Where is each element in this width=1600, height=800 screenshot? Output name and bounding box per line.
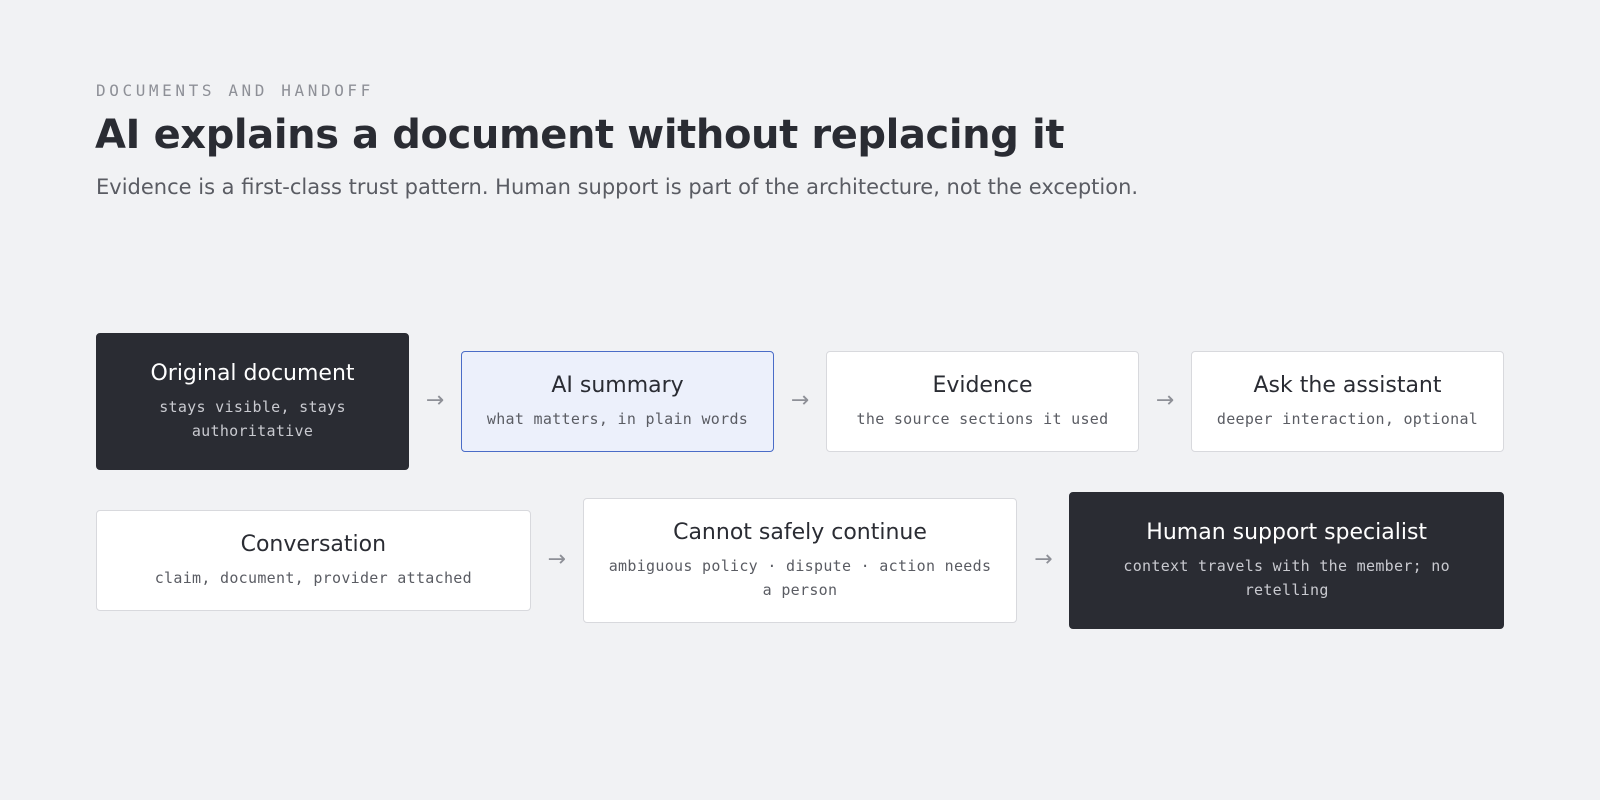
- eyebrow-label: DOCUMENTS AND HANDOFF: [96, 81, 374, 100]
- node-conversation: Conversation claim, document, provider a…: [96, 509, 531, 611]
- node-description: what matters, in plain words: [486, 409, 749, 428]
- page-subtitle: Evidence is a first-class trust pattern.…: [96, 175, 1139, 199]
- arrow-right-icon: →: [1155, 388, 1175, 413]
- node-title: Original document: [150, 360, 355, 386]
- node-title: Cannot safely continue: [673, 519, 927, 545]
- node-title: Ask the assistant: [1253, 372, 1442, 398]
- node-description: context travels with the member; no rete…: [1123, 556, 1450, 599]
- node-title: Conversation: [240, 531, 387, 557]
- node-description: claim, document, provider attached: [154, 568, 472, 587]
- arrow-right-icon: →: [790, 388, 810, 413]
- node-human-specialist: Human support specialist context travels…: [1069, 491, 1505, 629]
- node-ask-assistant: Ask the assistant deeper interaction, op…: [1191, 350, 1504, 452]
- node-cannot-continue: Cannot safely continue ambiguous policy …: [582, 497, 1018, 623]
- arrow-right-icon: →: [425, 388, 445, 413]
- node-title: Evidence: [932, 372, 1033, 398]
- node-evidence: Evidence the source sections it used: [826, 350, 1139, 452]
- flow-row-primary: Original document stays visible, stays a…: [96, 332, 1504, 470]
- arrow-right-icon: →: [547, 547, 566, 572]
- node-title: AI summary: [551, 372, 684, 398]
- node-original-document: Original document stays visible, stays a…: [96, 332, 409, 470]
- flow-row-handoff: Conversation claim, document, provider a…: [96, 491, 1505, 629]
- page-title: AI explains a document without replacing…: [95, 112, 1065, 158]
- node-ai-summary: AI summary what matters, in plain words: [461, 350, 774, 452]
- node-description: deeper interaction, optional: [1216, 409, 1479, 428]
- node-description: the source sections it used: [856, 409, 1109, 428]
- arrow-right-icon: →: [1034, 547, 1053, 572]
- node-description: ambiguous policy · dispute · action need…: [608, 556, 992, 599]
- node-title: Human support specialist: [1146, 519, 1428, 545]
- node-description: stays visible, stays authoritative: [159, 397, 346, 440]
